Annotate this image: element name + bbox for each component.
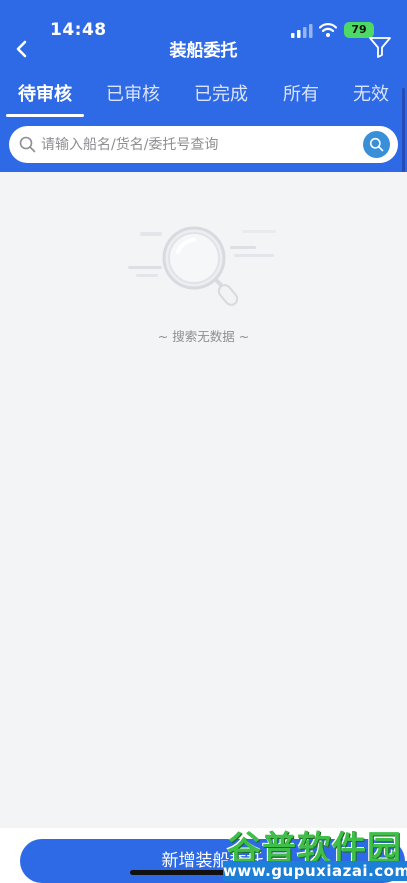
tab-pending-review[interactable]: 待审核 [6,80,84,116]
search-icon [19,136,36,153]
empty-state-text: ~ 搜索无数据 ~ [157,329,250,344]
magnifier-illustration-icon [128,226,276,306]
header: 14:48 79 装船委托 待审核 已审核 已完成 所有 无效 请输入船名/货名… [0,0,407,172]
active-tab-indicator [6,114,84,117]
tab-all[interactable]: 所有 [276,80,326,116]
filter-button[interactable] [366,32,394,62]
tab-scroll-indicator [402,88,405,172]
watermark-url: www.gupuxiazai.com [223,861,407,881]
tab-bar: 待审核 已审核 已完成 所有 无效 [0,80,407,118]
tab-completed[interactable]: 已完成 [184,80,258,116]
magnifier-icon [369,137,384,152]
search-button[interactable] [363,131,390,158]
tab-reviewed[interactable]: 已审核 [96,80,170,116]
watermark-logo: 谷普软件园 www.gupuxiazai.com [221,821,407,883]
tab-invalid[interactable]: 无效 [345,80,397,116]
screen: 14:48 79 装船委托 待审核 已审核 已完成 所有 无效 请输入船名/货名… [0,0,407,883]
filter-funnel-icon [369,37,391,58]
search-input[interactable] [41,130,361,159]
search-box [9,126,398,163]
page-title: 装船委托 [169,41,238,61]
nav-bar: 装船委托 [0,30,407,70]
